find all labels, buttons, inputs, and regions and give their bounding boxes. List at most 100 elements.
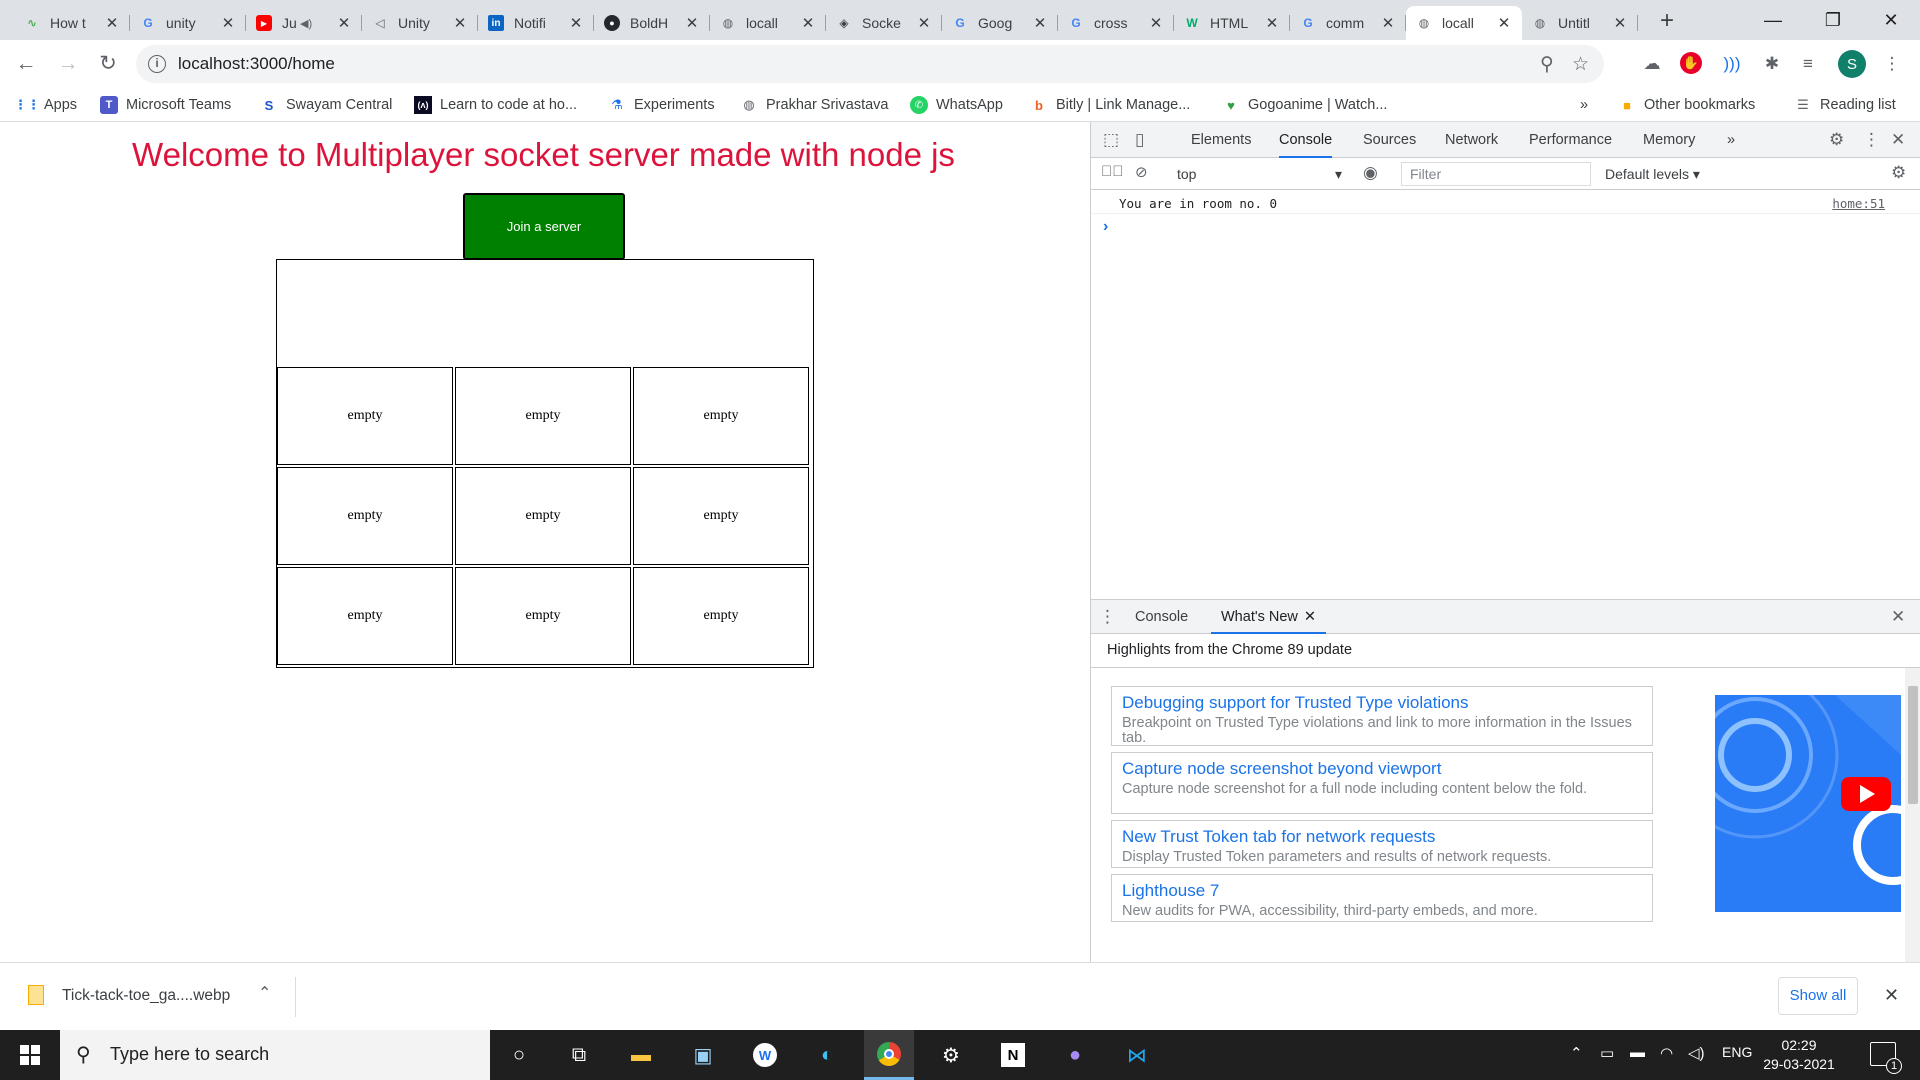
board-cell[interactable]: empty — [277, 367, 453, 465]
extension-cloud-icon[interactable]: ☁ — [1640, 52, 1664, 76]
other-bookmarks[interactable]: ■ Other bookmarks — [1618, 94, 1755, 116]
console-prompt[interactable]: › — [1103, 218, 1108, 236]
file-explorer-icon[interactable]: ▬ — [616, 1030, 666, 1080]
wifi-icon[interactable]: ◠ — [1660, 1044, 1673, 1062]
volume-icon[interactable]: ◁) — [1688, 1044, 1705, 1062]
scrollbar-thumb[interactable] — [1908, 686, 1918, 804]
console-source-link[interactable]: home:51 — [1832, 196, 1885, 211]
zoom-icon[interactable]: ⚲ — [1540, 53, 1554, 76]
bookmark-experiments[interactable]: ⚗ Experiments — [608, 94, 714, 116]
close-download-bar-icon[interactable]: ✕ — [1884, 985, 1899, 1006]
notion-icon[interactable]: N — [988, 1030, 1038, 1080]
whats-new-video-thumbnail[interactable] — [1715, 695, 1901, 912]
board-cell[interactable]: empty — [277, 567, 453, 665]
language-indicator[interactable]: ENG — [1722, 1044, 1752, 1060]
close-tab-icon[interactable]: ✕ — [1148, 14, 1164, 32]
download-item[interactable]: Tick-tack-toe_ga....webp ⌃ — [16, 977, 296, 1017]
console-settings-icon[interactable]: ⚙ — [1891, 163, 1906, 183]
media-control-icon[interactable]: ≡ — [1796, 52, 1820, 76]
site-info-icon[interactable]: i — [148, 55, 166, 73]
close-tab-icon[interactable]: ✕ — [1612, 14, 1628, 32]
browser-tab-active[interactable]: ◍ locall ✕ — [1406, 6, 1522, 40]
close-tab-icon[interactable]: ✕ — [1496, 14, 1512, 32]
whats-new-card-title[interactable]: Debugging support for Trusted Type viola… — [1122, 693, 1642, 713]
close-tab-icon[interactable]: ✕ — [568, 14, 584, 32]
eye-icon[interactable]: ◉ — [1363, 163, 1378, 183]
bookmark-prakhar[interactable]: ◍ Prakhar Srivastava — [740, 94, 888, 116]
clear-console-icon[interactable]: ⊘ — [1135, 163, 1148, 181]
extension-audio-icon[interactable]: ))) — [1720, 52, 1744, 76]
tab-sources[interactable]: Sources — [1363, 122, 1416, 158]
drawer-tab-whats-new[interactable]: What's New ✕ — [1211, 600, 1327, 634]
download-filename[interactable]: Tick-tack-toe_ga....webp — [62, 987, 230, 1005]
settings-gear-icon[interactable]: ⚙ — [1829, 130, 1844, 150]
bookmark-gogoanime[interactable]: ♥ Gogoanime | Watch... — [1222, 94, 1387, 116]
close-devtools-icon[interactable]: ✕ — [1891, 130, 1905, 150]
whats-new-scrollbar[interactable] — [1905, 668, 1920, 962]
inspect-element-icon[interactable]: ⬚ — [1103, 130, 1119, 150]
board-cell[interactable]: empty — [455, 367, 631, 465]
board-cell[interactable]: empty — [277, 467, 453, 565]
show-all-button[interactable]: Show all — [1778, 977, 1858, 1015]
store-icon[interactable]: ▣ — [678, 1030, 728, 1080]
board-cell[interactable]: empty — [633, 367, 809, 465]
more-tabs-button[interactable]: » — [1727, 122, 1735, 158]
back-button[interactable]: ← — [10, 48, 42, 80]
close-drawer-tab-icon[interactable]: ✕ — [1304, 609, 1316, 625]
task-view-icon[interactable]: ⧉ — [554, 1030, 604, 1080]
tray-overflow-icon[interactable]: ⌃ — [1570, 1044, 1583, 1062]
minimize-button[interactable]: — — [1750, 0, 1796, 40]
new-tab-button[interactable]: + — [1652, 6, 1682, 36]
tray-device-icon[interactable]: ▭ — [1600, 1044, 1614, 1062]
board-cell[interactable]: empty — [633, 467, 809, 565]
edge-icon[interactable]: ◐ — [802, 1030, 852, 1080]
app-w-icon[interactable]: W — [740, 1030, 790, 1080]
join-server-button[interactable]: Join a server — [463, 193, 625, 260]
browser-tab[interactable]: Gcomm ✕ — [1290, 6, 1406, 40]
device-toolbar-icon[interactable]: ▯ — [1135, 130, 1144, 150]
browser-tab[interactable]: ◍ locall ✕ — [710, 6, 826, 40]
log-levels-select[interactable]: Default levels ▾ — [1605, 162, 1700, 186]
reading-list[interactable]: ☰ Reading list — [1794, 94, 1896, 116]
sidebar-toggle-icon[interactable]: ▸⃞ — [1101, 163, 1124, 180]
whats-new-card[interactable]: Lighthouse 7 New audits for PWA, accessi… — [1111, 874, 1653, 922]
taskbar-search-box[interactable]: ⚲ Type here to search — [60, 1030, 490, 1080]
reload-button[interactable]: ↻ — [92, 48, 124, 80]
bookmark-freecodecamp[interactable]: (ʌ) Learn to code at ho... — [414, 94, 577, 116]
whats-new-card-title[interactable]: New Trust Token tab for network requests — [1122, 827, 1642, 847]
extension-adblock-icon[interactable]: ✋ — [1680, 52, 1702, 74]
cortana-icon[interactable]: ○ — [494, 1030, 544, 1080]
github-desktop-icon[interactable]: ● — [1050, 1030, 1100, 1080]
browser-tab[interactable]: ◈ Socke ✕ — [826, 6, 942, 40]
board-cell[interactable]: empty — [633, 567, 809, 665]
bookmark-whatsapp[interactable]: ✆ WhatsApp — [910, 94, 1003, 116]
whats-new-card[interactable]: Capture node screenshot beyond viewport … — [1111, 752, 1653, 814]
browser-tab[interactable]: ◁ Unity ✕ — [362, 6, 478, 40]
more-bookmarks-button[interactable]: » — [1580, 94, 1588, 116]
battery-icon[interactable]: ▬ — [1630, 1044, 1645, 1061]
chrome-icon[interactable] — [864, 1030, 914, 1080]
bookmark-microsoft-teams[interactable]: T Microsoft Teams — [100, 94, 231, 116]
url-text[interactable]: localhost:3000/home — [178, 54, 335, 74]
close-tab-icon[interactable]: ✕ — [220, 14, 236, 32]
chevron-up-icon[interactable]: ⌃ — [258, 983, 271, 1003]
browser-tab[interactable]: ◍ Untitl ✕ — [1522, 6, 1638, 40]
settings-icon[interactable]: ⚙ — [926, 1030, 976, 1080]
close-tab-icon[interactable]: ✕ — [452, 14, 468, 32]
menu-kebab-icon[interactable]: ⋮ — [1880, 52, 1904, 76]
browser-tab[interactable]: ▶ Ju ◀) ✕ — [246, 6, 362, 40]
close-tab-icon[interactable]: ✕ — [104, 14, 120, 32]
bookmark-swayam[interactable]: S Swayam Central — [260, 94, 393, 116]
vscode-icon[interactable]: ⋈ — [1112, 1030, 1162, 1080]
board-cell[interactable]: empty — [455, 467, 631, 565]
bookmark-apps[interactable]: ⋮⋮ Apps — [14, 94, 77, 116]
close-window-button[interactable]: ✕ — [1868, 0, 1914, 40]
profile-avatar[interactable]: S — [1838, 50, 1866, 78]
close-tab-icon[interactable]: ✕ — [800, 14, 816, 32]
close-tab-icon[interactable]: ✕ — [916, 14, 932, 32]
whats-new-card[interactable]: Debugging support for Trusted Type viola… — [1111, 686, 1653, 746]
context-select[interactable]: top ▾ — [1177, 162, 1429, 186]
tab-memory[interactable]: Memory — [1643, 122, 1695, 158]
tab-performance[interactable]: Performance — [1529, 122, 1612, 158]
clock[interactable]: 02:29 29-03-2021 — [1756, 1036, 1842, 1074]
